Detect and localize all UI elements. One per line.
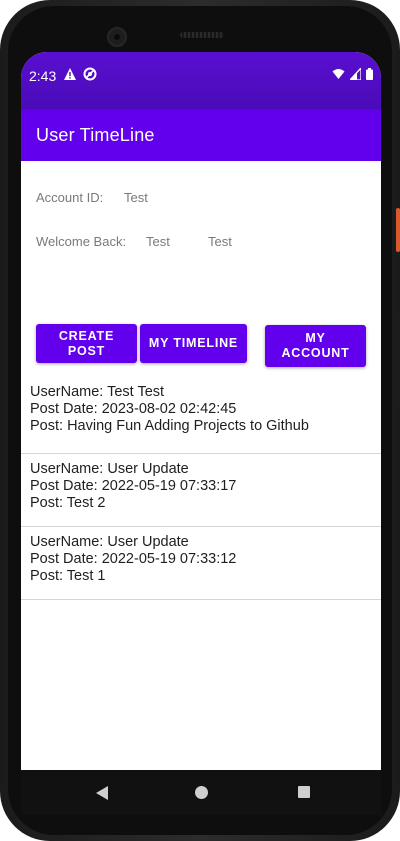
home-icon[interactable]	[195, 786, 208, 799]
app-screen: 2:43 User TimeLine Account ID: Test Welc…	[21, 52, 381, 770]
signal-icon	[350, 68, 361, 80]
post-text-block: UserName: User Update Post Date: 2022-05…	[30, 461, 236, 512]
power-button[interactable]	[396, 208, 400, 252]
back-icon[interactable]	[96, 786, 108, 800]
post-date: Post Date: 2023-08-02 02:42:45	[30, 401, 237, 417]
post-username: UserName: Test Test	[30, 384, 165, 400]
post-username: UserName: User Update	[30, 461, 189, 477]
wifi-icon	[332, 69, 345, 79]
my-timeline-button[interactable]: MY TIMELINE	[140, 324, 247, 363]
my-account-button[interactable]: MY ACCOUNT	[265, 325, 366, 367]
app-title: User TimeLine	[36, 125, 155, 145]
post-text: Post: Test 1	[30, 568, 106, 584]
post-text-block: UserName: Test Test Post Date: 2023-08-0…	[30, 384, 309, 435]
status-right-icons	[332, 68, 373, 80]
system-nav-bar	[21, 770, 381, 815]
create-post-button[interactable]: CREATE POST	[36, 324, 137, 363]
first-name-value: Test	[146, 234, 170, 249]
battery-icon	[366, 68, 373, 80]
account-id-value: Test	[124, 190, 148, 205]
post-text-block: UserName: User Update Post Date: 2022-05…	[30, 534, 236, 585]
timeline-post-1[interactable]: UserName: Test Test Post Date: 2023-08-0…	[21, 381, 381, 454]
last-name-value: Test	[208, 234, 232, 249]
post-date: Post Date: 2022-05-19 07:33:17	[30, 478, 237, 494]
app-bar: User TimeLine	[21, 109, 381, 161]
volume-button[interactable]	[396, 315, 400, 405]
post-username: UserName: User Update	[30, 534, 189, 550]
device-frame: 2:43 User TimeLine Account ID: Test Welc…	[0, 0, 400, 841]
status-time: 2:43	[29, 68, 57, 84]
warning-icon	[64, 68, 76, 80]
earpiece-speaker	[180, 32, 224, 38]
post-text: Post: Having Fun Adding Projects to Gith…	[30, 418, 309, 434]
front-camera-icon	[107, 27, 127, 47]
circle-slash-icon	[83, 67, 97, 81]
recents-icon[interactable]	[298, 786, 310, 798]
welcome-back-label: Welcome Back:	[36, 234, 127, 249]
account-id-label: Account ID:	[36, 190, 104, 205]
timeline-post-3[interactable]: UserName: User Update Post Date: 2022-05…	[21, 527, 381, 600]
post-text: Post: Test 2	[30, 495, 106, 511]
main-content: Account ID: Test Welcome Back: Test Test…	[21, 161, 381, 770]
status-bar: 2:43	[21, 52, 381, 109]
post-date: Post Date: 2022-05-19 07:33:12	[30, 551, 237, 567]
timeline-post-2[interactable]: UserName: User Update Post Date: 2022-05…	[21, 454, 381, 527]
